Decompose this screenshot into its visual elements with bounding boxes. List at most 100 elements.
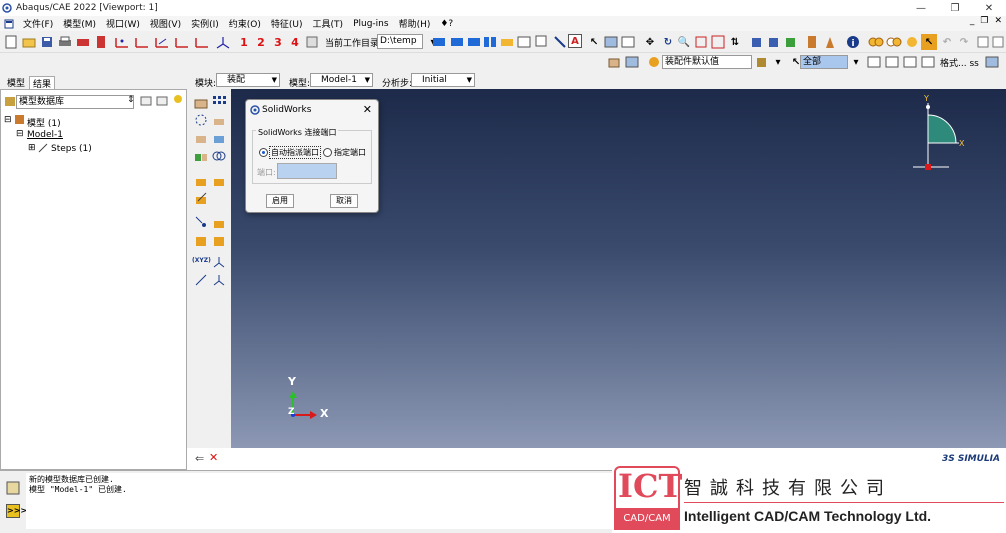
- select-from-viewport-icon[interactable]: [920, 54, 936, 70]
- cycle-views-icon[interactable]: ⇅: [727, 34, 743, 50]
- menu-feature[interactable]: 特征(U): [266, 17, 308, 30]
- work-dir-select[interactable]: D:\temp: [377, 34, 423, 49]
- coaxial-icon[interactable]: [212, 149, 226, 163]
- datum-point-icon[interactable]: [114, 34, 130, 50]
- linear-pattern-icon[interactable]: [212, 95, 226, 109]
- selection-dropdown-icon[interactable]: ▾: [848, 54, 864, 70]
- stack-icon[interactable]: [822, 34, 838, 50]
- datum-plane-icon[interactable]: [154, 34, 170, 50]
- model-select[interactable]: Model-1 ▼: [310, 73, 373, 87]
- create-instance-icon[interactable]: [194, 95, 208, 109]
- bulb-icon[interactable]: [173, 94, 183, 109]
- module-select[interactable]: 装配 ▼: [216, 73, 280, 87]
- auto-port-label[interactable]: 自动指派端口: [269, 146, 321, 159]
- menu-viewport[interactable]: 视口(W): [101, 17, 145, 30]
- overflow-icon[interactable]: [990, 34, 1006, 50]
- port-input[interactable]: [277, 163, 337, 179]
- blank-icon[interactable]: [975, 34, 991, 50]
- format-icon[interactable]: [984, 54, 1000, 70]
- list-view-icon[interactable]: [620, 34, 636, 50]
- datum-offset-icon[interactable]: [194, 34, 210, 50]
- triad-icon[interactable]: [215, 34, 231, 50]
- partition-edge-icon[interactable]: [212, 233, 226, 247]
- cancel-x-icon[interactable]: ✕: [209, 451, 218, 464]
- crossing-select-icon[interactable]: [902, 54, 918, 70]
- document-icon[interactable]: [4, 19, 14, 29]
- dialog-close-icon[interactable]: ✕: [363, 103, 372, 116]
- datum-csys-tool-icon[interactable]: [212, 273, 226, 287]
- menu-instance[interactable]: 实例(I): [186, 17, 224, 30]
- redo-icon[interactable]: ↷: [956, 34, 972, 50]
- minimize-icon[interactable]: —: [904, 0, 938, 16]
- print-icon[interactable]: [57, 34, 73, 50]
- partition-cell-icon[interactable]: [194, 233, 208, 247]
- menu-model[interactable]: 模型(M): [58, 17, 101, 30]
- export-icon[interactable]: [93, 34, 109, 50]
- query-icon[interactable]: [534, 34, 550, 50]
- color-options-icon[interactable]: [754, 54, 770, 70]
- close-icon[interactable]: ✕: [972, 0, 1006, 16]
- mdi-restore-icon[interactable]: ❐: [980, 16, 988, 26]
- expand-steps-icon[interactable]: ⊞: [28, 143, 36, 153]
- parallel-face-icon[interactable]: [194, 173, 208, 187]
- merge-cut-icon[interactable]: [194, 149, 208, 163]
- render-hidden-icon[interactable]: [449, 34, 465, 50]
- datum-plane-tool-icon[interactable]: [212, 215, 226, 229]
- table-icon[interactable]: [516, 34, 532, 50]
- menu-view[interactable]: 视图(V): [145, 17, 186, 30]
- display-options-icon[interactable]: [624, 54, 640, 70]
- magnify-icon[interactable]: 🔍: [676, 34, 692, 50]
- mdi-minimize-icon[interactable]: _: [970, 16, 975, 26]
- menu-tools[interactable]: 工具(T): [308, 17, 349, 30]
- iso-view-icon[interactable]: [749, 34, 765, 50]
- layer-3-button[interactable]: 3: [270, 34, 286, 50]
- render-wireframe-icon[interactable]: [431, 34, 447, 50]
- info-icon[interactable]: i: [845, 34, 861, 50]
- rotate-instance-icon[interactable]: [194, 131, 208, 145]
- selection-filter-select[interactable]: 全部: [800, 55, 848, 69]
- tree-steps[interactable]: Steps (1): [51, 144, 92, 154]
- expand-root-icon[interactable]: ⊟: [4, 115, 12, 125]
- edit-constraint-icon[interactable]: [194, 191, 208, 205]
- translate-instance-icon[interactable]: [212, 113, 226, 127]
- python-prompt-icon[interactable]: >>>: [6, 504, 27, 518]
- message-icon[interactable]: [6, 481, 20, 498]
- specified-port-radio[interactable]: [323, 148, 332, 157]
- tree-root-models[interactable]: 模型 (1): [27, 116, 61, 129]
- color-code-icon[interactable]: [646, 54, 662, 70]
- rotate-icon[interactable]: ↻: [660, 34, 676, 50]
- side-view-icon[interactable]: [783, 34, 799, 50]
- camera-icon[interactable]: [499, 34, 515, 50]
- datum-axis-icon[interactable]: [134, 34, 150, 50]
- expand-model-icon[interactable]: ⊟: [16, 129, 24, 139]
- select-options-icon[interactable]: [866, 54, 882, 70]
- selection-arrow-icon[interactable]: ↖: [921, 34, 937, 50]
- back-arrow-icon[interactable]: ⇐: [195, 452, 204, 465]
- intersect-icon[interactable]: [886, 34, 902, 50]
- menu-constraint[interactable]: 约束(O): [224, 17, 266, 30]
- tree-model-1[interactable]: Model-1: [27, 130, 63, 140]
- layer-2-button[interactable]: 2: [253, 34, 269, 50]
- new-file-icon[interactable]: [3, 34, 19, 50]
- restore-icon[interactable]: ❐: [938, 0, 972, 16]
- folder-icon[interactable]: [140, 95, 152, 109]
- datum-point-tool-icon[interactable]: [194, 215, 208, 229]
- menu-help[interactable]: 帮助(H): [394, 17, 436, 30]
- datum-axis-tool-icon[interactable]: [194, 273, 208, 287]
- specified-port-label[interactable]: 指定端口: [334, 147, 366, 158]
- tab-model[interactable]: 模型: [4, 76, 28, 89]
- layer-4-button[interactable]: 4: [287, 34, 303, 50]
- open-folder-icon[interactable]: [21, 34, 37, 50]
- undo-icon[interactable]: ↶: [939, 34, 955, 50]
- sphere-icon[interactable]: [904, 34, 920, 50]
- pan-icon[interactable]: ✥: [642, 34, 658, 50]
- text-annotation-icon[interactable]: A: [568, 34, 582, 48]
- create-csys-icon[interactable]: [212, 255, 226, 269]
- auto-port-radio[interactable]: [259, 148, 268, 157]
- color-code-select[interactable]: 装配件默认值: [662, 55, 752, 69]
- csys-xyz-icon[interactable]: (XYZ): [192, 257, 211, 271]
- cancel-button[interactable]: 取消: [330, 194, 358, 208]
- front-view-icon[interactable]: [766, 34, 782, 50]
- auto-fit-icon[interactable]: [710, 34, 726, 50]
- union-icon[interactable]: [868, 34, 884, 50]
